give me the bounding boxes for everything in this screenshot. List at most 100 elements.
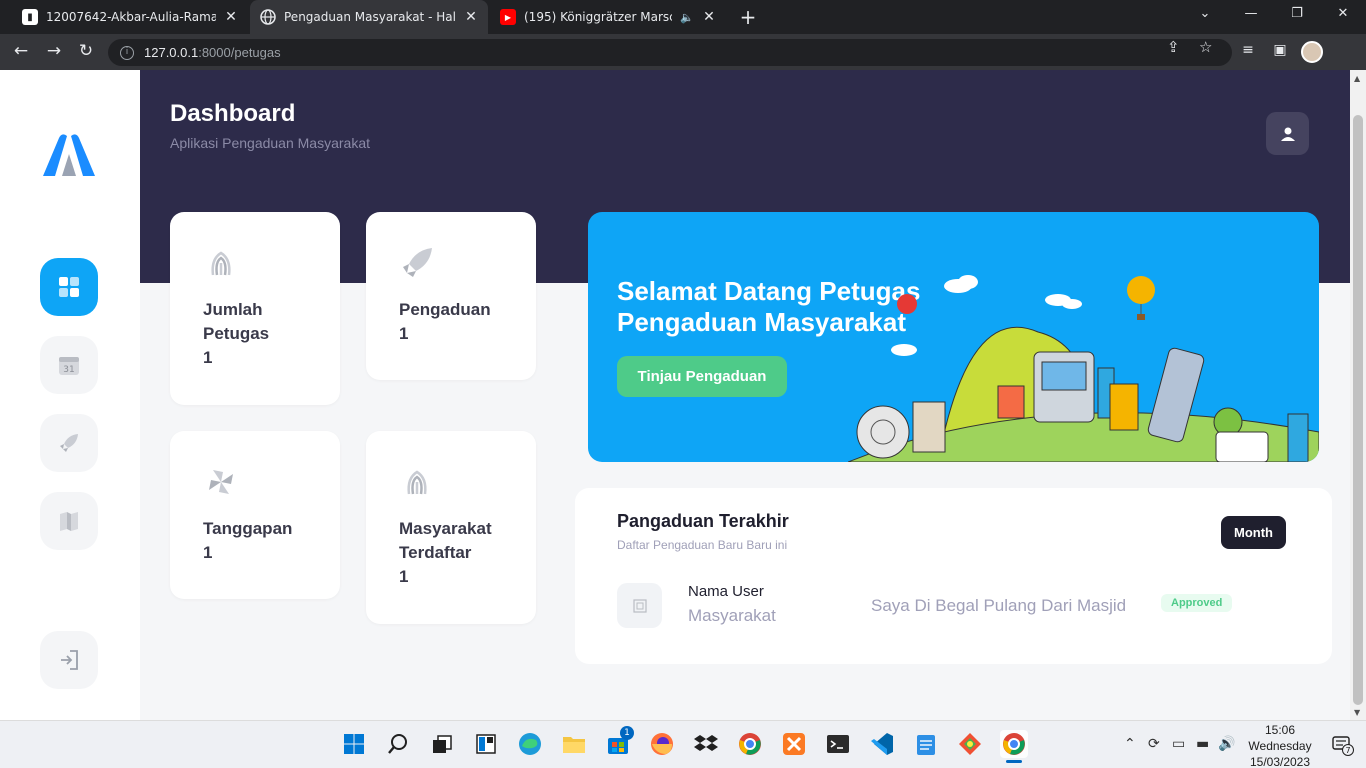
clock-time: 15:06: [1264, 723, 1296, 737]
new-tab-button[interactable]: +: [737, 5, 759, 29]
grid-icon: [59, 277, 79, 297]
image-placeholder-icon: [632, 598, 647, 613]
stat-card-masyarakat: Masyarakat Terdaftar 1: [366, 431, 536, 624]
scrollbar-thumb[interactable]: [1353, 115, 1363, 705]
profile-avatar[interactable]: [1301, 41, 1323, 63]
tab-youtube[interactable]: ▶ (195) Königgrätzer Marsch-P 🔈 ✕: [490, 0, 726, 34]
media-control-icon[interactable]: ≡: [1238, 42, 1258, 58]
svg-text:31: 31: [63, 365, 74, 375]
reload-button[interactable]: ↻: [75, 41, 97, 61]
stat-label: Tanggapan: [203, 519, 293, 538]
system-clock[interactable]: 15:06 Wednesday 15/03/2023: [1240, 721, 1320, 768]
vscode-button[interactable]: [868, 730, 896, 758]
stat-label: Jumlah Petugas: [203, 300, 270, 343]
notepad-icon: [917, 735, 935, 755]
xampp-icon: [783, 733, 805, 755]
sidebar-item-dashboard[interactable]: [40, 258, 98, 316]
stat-value: 1: [203, 543, 213, 562]
fingerprint-icon: [211, 251, 231, 276]
calendar-icon: 31: [59, 357, 79, 375]
clock-day: Wednesday: [1248, 739, 1312, 753]
search-button[interactable]: [384, 730, 412, 758]
page-scrollbar[interactable]: ▲ ▼: [1350, 70, 1366, 720]
search-icon: [388, 734, 407, 754]
page-subtitle: Aplikasi Pengaduan Masyarakat: [170, 135, 371, 151]
notepad-button[interactable]: [912, 730, 940, 758]
tab-github[interactable]: ▮ 12007642-Akbar-Aulia-Ramadhan ✕: [12, 0, 248, 34]
address-bar[interactable]: i 127.0.0.1:8000/petugas: [108, 39, 1232, 66]
back-button[interactable]: ←: [10, 41, 32, 61]
dropbox-button[interactable]: [692, 730, 720, 758]
sidebar-item-reports[interactable]: [40, 492, 98, 550]
start-button[interactable]: [340, 730, 368, 758]
git-client-button[interactable]: [956, 730, 984, 758]
site-info-icon[interactable]: i: [120, 45, 134, 60]
sidebar-item-logout[interactable]: [40, 631, 98, 689]
firefox-button[interactable]: [648, 730, 676, 758]
folder-icon: [563, 737, 585, 753]
forward-button[interactable]: →: [43, 41, 65, 61]
store-button[interactable]: 1: [604, 726, 634, 758]
status-badge: Approved: [1161, 594, 1233, 612]
diamond-app-icon: [959, 733, 981, 755]
app-logo: [40, 132, 98, 178]
widgets-button[interactable]: [472, 730, 500, 758]
rocket-icon: [60, 434, 78, 452]
audio-playing-icon[interactable]: 🔈: [680, 11, 694, 24]
github-favicon-icon: ▮: [22, 9, 38, 25]
logout-icon: [61, 650, 78, 670]
user-menu-button[interactable]: [1266, 112, 1309, 155]
tab-search-icon[interactable]: ⌄: [1195, 6, 1215, 21]
complaint-description[interactable]: Saya Di Begal Pulang Dari Masjid: [871, 596, 1126, 616]
share-icon[interactable]: ⇪: [1167, 38, 1180, 56]
bookmark-star-icon[interactable]: ☆: [1199, 38, 1212, 56]
scroll-down-icon[interactable]: ▼: [1354, 708, 1360, 717]
chrome-icon: [1003, 733, 1025, 755]
minimize-button[interactable]: —: [1241, 6, 1261, 21]
youtube-favicon-icon: ▶: [500, 9, 516, 25]
battery-icon[interactable]: ▬: [1196, 736, 1209, 752]
tab-title: Pengaduan Masyarakat - Halaman: [284, 10, 456, 24]
month-filter-button[interactable]: Month: [1221, 516, 1286, 549]
restore-button[interactable]: ❐: [1287, 6, 1307, 21]
display-icon[interactable]: ▭: [1172, 736, 1185, 752]
chrome-active-button[interactable]: [1000, 730, 1028, 763]
sync-icon[interactable]: ⟳: [1148, 736, 1160, 752]
xampp-button[interactable]: [780, 730, 808, 758]
close-tab-icon[interactable]: ✕: [702, 9, 716, 25]
scroll-up-icon[interactable]: ▲: [1354, 74, 1360, 83]
task-view-button[interactable]: [428, 730, 456, 758]
close-window-button[interactable]: ✕: [1333, 6, 1353, 21]
notification-center-button[interactable]: 7: [1332, 736, 1354, 760]
terminal-button[interactable]: [824, 730, 852, 758]
recent-complaints-title: Pangaduan Terakhir: [617, 511, 789, 531]
browser-toolbar: ← → ↻ i 127.0.0.1:8000/petugas ⇪ ☆ ≡ ▣: [0, 34, 1366, 70]
stat-card-petugas: Jumlah Petugas 1: [170, 212, 340, 405]
stat-value: 1: [399, 324, 409, 343]
stat-card-tanggapan: Tanggapan 1: [170, 431, 340, 599]
fingerprint-icon: [407, 470, 427, 495]
stat-value: 1: [203, 348, 213, 367]
chrome-icon: [739, 733, 761, 755]
stat-label: Masyarakat Terdaftar: [399, 519, 492, 562]
file-explorer-button[interactable]: [560, 730, 588, 758]
recent-complaints-card: Pangaduan Terakhir Daftar Pengaduan Baru…: [575, 488, 1332, 664]
tab-pengaduan[interactable]: Pengaduan Masyarakat - Halaman ✕: [250, 0, 488, 34]
review-complaints-button[interactable]: Tinjau Pengaduan: [617, 356, 787, 397]
tray-overflow-icon[interactable]: ⌃: [1124, 736, 1136, 752]
store-notification-badge: 1: [620, 726, 634, 740]
rocket-icon: [403, 248, 432, 277]
sidebar-item-calendar[interactable]: 31: [40, 336, 98, 394]
edge-button[interactable]: [516, 730, 544, 758]
chrome-profile-button[interactable]: [736, 730, 764, 758]
volume-icon[interactable]: 🔊: [1218, 736, 1235, 752]
notification-icon: 7: [1332, 736, 1354, 756]
close-tab-icon[interactable]: ✕: [224, 9, 238, 25]
dropbox-icon: [694, 735, 718, 751]
close-tab-icon[interactable]: ✕: [464, 9, 478, 25]
widgets-icon: [476, 734, 496, 754]
sidebar-item-pengaduan[interactable]: [40, 414, 98, 472]
welcome-banner: Selamat Datang Petugas Pengaduan Masyara…: [588, 212, 1319, 462]
book-icon: [60, 512, 78, 531]
side-panel-icon[interactable]: ▣: [1270, 42, 1290, 58]
